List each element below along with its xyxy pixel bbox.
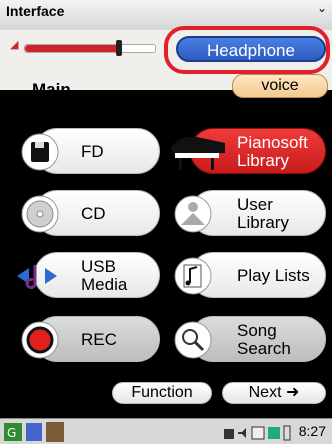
music-note-icon — [174, 257, 212, 295]
volume-fill — [25, 45, 119, 52]
play-lists-button[interactable]: Play Lists — [174, 252, 326, 298]
floppy-disk-icon — [21, 133, 59, 171]
system-tray-icons — [224, 425, 291, 441]
clock: 8:27 — [298, 423, 326, 439]
arrow-right-icon: ➜ — [285, 384, 300, 401]
play-lists-label: Play Lists — [237, 266, 310, 285]
user-library-label-line2: Library — [237, 213, 289, 232]
svg-text:G: G — [7, 426, 16, 440]
song-search-label-line2: Search — [237, 339, 291, 358]
cd-button[interactable]: CD — [21, 190, 160, 236]
fd-label: FD — [81, 142, 104, 161]
user-library-button[interactable]: User Library — [174, 190, 326, 236]
user-icon — [174, 195, 212, 233]
volume-handle[interactable] — [115, 40, 122, 56]
chevron-down-icon[interactable]: ⌄ — [317, 1, 327, 15]
next-button[interactable]: Next ➜ — [222, 382, 326, 404]
song-search-label-line1: Song — [237, 321, 277, 340]
pianosoft-library-label-line2: Library — [237, 151, 289, 170]
song-search-button[interactable]: Song Search — [174, 316, 326, 362]
usb-media-icon — [17, 265, 57, 289]
usb-media-label-line1: USB — [81, 257, 116, 276]
task-app-icon[interactable] — [46, 422, 64, 442]
search-icon — [174, 321, 212, 359]
speaker-icon: ◢ — [10, 39, 19, 51]
fd-button[interactable]: FD — [21, 128, 160, 174]
pianosoft-library-button[interactable]: Pianosoft Library — [171, 128, 326, 174]
volume-slider[interactable] — [24, 40, 156, 56]
grand-piano-icon — [171, 136, 225, 170]
usb-media-label-line2: Media — [81, 275, 128, 294]
voice-button[interactable]: voice — [232, 74, 328, 98]
app-screen: Interface ⌄ ◢ Headphone Main voice FD Pi… — [0, 0, 332, 444]
record-icon — [21, 321, 59, 359]
user-library-label-line1: User — [237, 195, 273, 214]
headphone-button[interactable]: Headphone — [176, 36, 326, 62]
app-icon[interactable] — [26, 423, 42, 441]
rec-button[interactable]: REC — [21, 316, 160, 362]
usb-media-button[interactable]: USB Media — [17, 252, 160, 298]
main-label: Main — [32, 80, 71, 99]
cd-label: CD — [81, 204, 106, 223]
rec-label: REC — [81, 330, 117, 349]
pianosoft-library-label-line1: Pianosoft — [237, 133, 308, 152]
start-menu-icon[interactable]: G — [4, 423, 22, 441]
next-label: Next — [248, 384, 282, 401]
taskbar: G 8:27 — [0, 418, 332, 444]
function-button[interactable]: Function — [112, 382, 212, 404]
window-title: Interface — [6, 3, 65, 19]
cd-disc-icon — [21, 195, 59, 233]
